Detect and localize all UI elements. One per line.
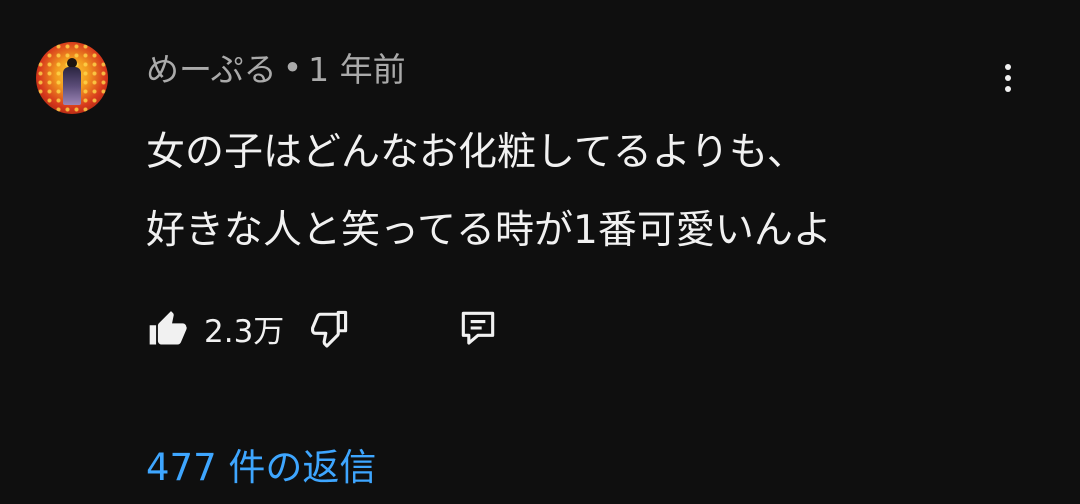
- replies-label: 477 件の返信: [146, 446, 377, 489]
- comment-text: 女の子はどんなお化粧してるよりも、 好きな人と笑ってる時が1番可愛いんよ: [146, 114, 1026, 270]
- dislike-button[interactable]: [308, 306, 352, 350]
- thumb-up-icon: [149, 311, 187, 345]
- comment-time[interactable]: 1 年前: [308, 43, 406, 91]
- replies-link[interactable]: 477 件の返信: [146, 436, 376, 492]
- comment-text-line: 好きな人と笑ってる時が1番可愛いんよ: [146, 208, 832, 253]
- reply-comment-icon: [462, 311, 495, 345]
- author-name[interactable]: めーぷる: [146, 43, 277, 91]
- avatar[interactable]: [36, 42, 108, 114]
- thumb-down-icon: [311, 310, 348, 348]
- like-button[interactable]: [146, 306, 190, 350]
- comment-actions: 2.3万: [146, 304, 500, 352]
- header-separator: •: [282, 47, 303, 87]
- avatar-figure: [62, 58, 82, 114]
- like-count: 2.3万: [204, 313, 285, 350]
- comment-header: めーぷる • 1 年前: [146, 44, 406, 90]
- comment-text-line: 女の子はどんなお化粧してるよりも、: [146, 130, 806, 175]
- reply-button[interactable]: [456, 306, 500, 350]
- more-vert-icon[interactable]: [986, 56, 1030, 100]
- comment-item: めーぷる • 1 年前 女の子はどんなお化粧してるよりも、 好きな人と笑ってる時…: [0, 0, 1080, 504]
